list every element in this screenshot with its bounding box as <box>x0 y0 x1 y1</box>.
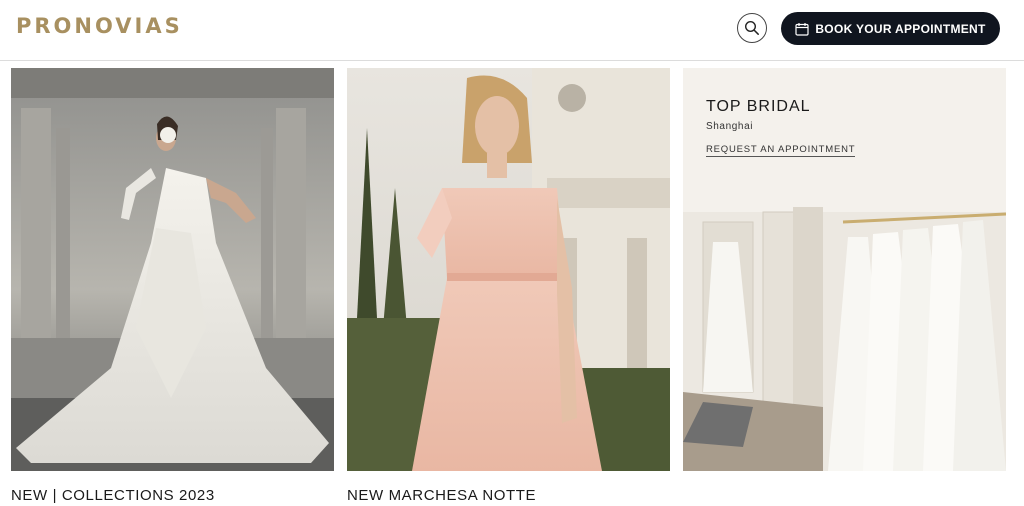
collections-caption[interactable]: NEW | COLLECTIONS 2023 <box>11 487 215 504</box>
marchesa-caption[interactable]: NEW MARCHESA NOTTE <box>347 487 536 504</box>
store-city: Shanghai <box>706 121 754 132</box>
bridal-gown-photo <box>11 68 334 471</box>
store-info-panel: TOP BRIDAL Shanghai REQUEST AN APPOINTME… <box>683 68 1006 192</box>
boutique-gowns-photo <box>683 192 1006 471</box>
marchesa-card-image[interactable] <box>347 68 670 471</box>
collection-card-image[interactable] <box>11 68 334 471</box>
site-header: PRONOVIAS BOOK YOUR APPOINTMENT <box>0 0 1024 61</box>
book-appointment-label: BOOK YOUR APPOINTMENT <box>815 21 986 36</box>
store-interior-photo[interactable] <box>683 192 1006 471</box>
book-appointment-button[interactable]: BOOK YOUR APPOINTMENT <box>781 12 1000 45</box>
request-appointment-link[interactable]: REQUEST AN APPOINTMENT <box>706 144 856 157</box>
search-icon <box>744 20 759 35</box>
brand-logo[interactable]: PRONOVIAS <box>16 14 183 38</box>
search-button[interactable] <box>737 13 767 43</box>
calendar-icon <box>795 22 809 36</box>
store-name: TOP BRIDAL <box>706 98 811 115</box>
pink-dress-photo <box>347 68 670 471</box>
